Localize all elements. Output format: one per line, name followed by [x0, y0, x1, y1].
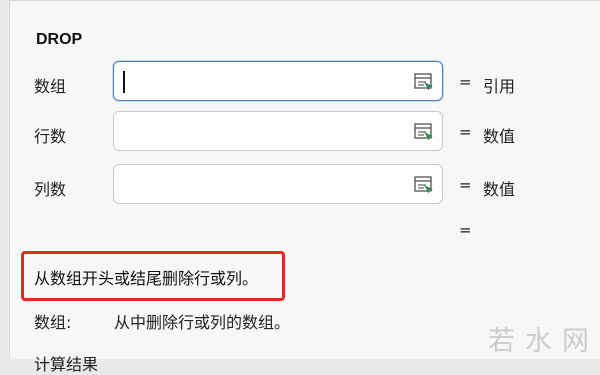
array-input[interactable]: [113, 61, 443, 101]
arg-help-text: 从中删除行或列的数组。: [114, 313, 291, 332]
arg-row-rows: 行数 = 数值: [10, 111, 600, 155]
rows-input[interactable]: [113, 111, 443, 151]
arg-result-array: 引用: [483, 77, 516, 96]
function-arguments-dialog: DROP 数组 = 引用 行数 = 数值 列数 = 数值 = 从数组开头或结尾删…: [9, 0, 600, 374]
equals-sign: =: [459, 73, 472, 91]
formula-result-label: 计算结果: [34, 355, 99, 374]
arg-result-columns: 数值: [483, 180, 516, 199]
collapse-dialog-icon[interactable]: [414, 176, 434, 194]
arg-result-rows: 数值: [483, 127, 516, 146]
function-name: DROP: [36, 31, 83, 48]
equals-sign: =: [459, 176, 472, 194]
collapse-dialog-icon[interactable]: [414, 123, 434, 141]
collapse-dialog-icon[interactable]: [414, 73, 434, 91]
columns-input[interactable]: [113, 164, 443, 204]
watermark: 若水网: [488, 326, 599, 357]
function-description: 从数组开头或结尾删除行或列。: [34, 269, 259, 288]
arg-row-columns: 列数 = 数值: [10, 164, 600, 208]
arg-label-rows: 行数: [34, 127, 67, 146]
arg-help-label: 数组:: [34, 313, 72, 332]
arg-label-columns: 列数: [34, 180, 67, 199]
formula-result-equals: =: [459, 221, 472, 239]
arg-row-array: 数组 = 引用: [10, 61, 600, 105]
text-caret: [123, 71, 125, 93]
equals-sign: =: [459, 123, 472, 141]
arg-label-array: 数组: [34, 77, 67, 96]
